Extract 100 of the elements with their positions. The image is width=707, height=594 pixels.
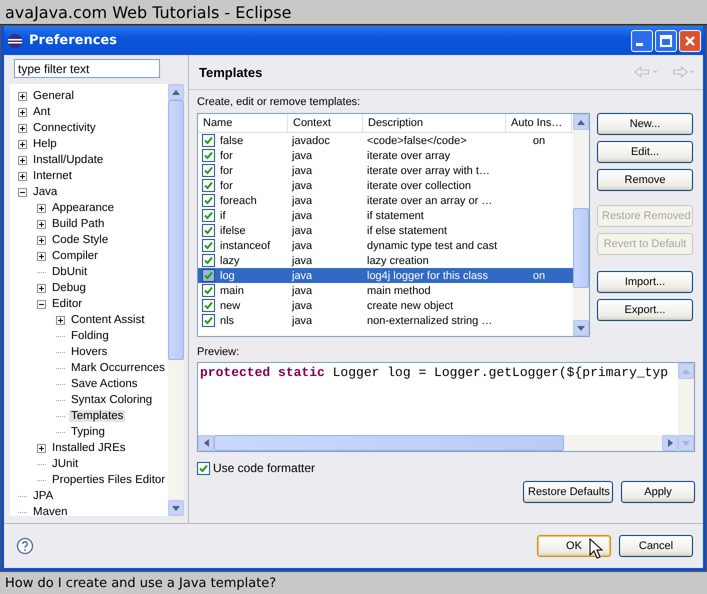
- tree-item[interactable]: Hovers: [69, 346, 110, 358]
- checkbox[interactable]: [202, 314, 215, 327]
- table-row[interactable]: if java if statement: [198, 208, 573, 223]
- expand-toggle[interactable]: [37, 444, 46, 452]
- table-row[interactable]: for java iterate over array: [198, 148, 573, 163]
- scroll-up-icon[interactable]: [577, 120, 585, 124]
- tree-item[interactable]: Folding: [69, 330, 111, 342]
- minimize-icon: [636, 43, 642, 46]
- dialog-button[interactable]: OK: [537, 535, 611, 557]
- scroll-down-icon[interactable]: [172, 506, 180, 510]
- help-icon[interactable]: [16, 537, 34, 555]
- expand-toggle[interactable]: [18, 188, 27, 196]
- scroll-up-icon[interactable]: [172, 90, 180, 94]
- tree-item[interactable]: Internet: [31, 170, 74, 182]
- minimize-button[interactable]: [631, 30, 653, 52]
- tree-item[interactable]: Editor: [50, 298, 84, 310]
- checkbox[interactable]: [202, 149, 215, 162]
- checkbox[interactable]: [202, 269, 215, 282]
- close-button[interactable]: [679, 30, 701, 52]
- table-row[interactable]: false javadoc <code>false</code> on: [198, 133, 573, 148]
- table-row[interactable]: main java main method: [198, 283, 573, 298]
- action-button[interactable]: New...: [597, 113, 693, 135]
- tree-item[interactable]: Debug: [50, 282, 88, 294]
- filter-field[interactable]: type filter text: [14, 59, 160, 78]
- action-button[interactable]: Remove: [597, 169, 693, 191]
- expand-toggle[interactable]: [37, 300, 46, 308]
- table-row[interactable]: ifelse java if else statement: [198, 223, 573, 238]
- expand-toggle[interactable]: [37, 220, 46, 228]
- tree-item[interactable]: DbUnit: [50, 266, 90, 278]
- maximize-button[interactable]: [655, 30, 677, 52]
- table-row[interactable]: for java iterate over collection: [198, 178, 573, 193]
- tree-item[interactable]: Compiler: [50, 250, 100, 262]
- checkbox[interactable]: [202, 239, 215, 252]
- checkbox[interactable]: [202, 209, 215, 222]
- checkbox[interactable]: [197, 462, 210, 474]
- tree-item[interactable]: Typing: [69, 426, 107, 438]
- table-row[interactable]: foreach java iterate over an array or …: [198, 193, 573, 208]
- action-button[interactable]: Export...: [597, 299, 693, 321]
- table-row[interactable]: log java log4j logger for this class on: [198, 268, 573, 283]
- tree-item[interactable]: JUnit: [50, 458, 80, 470]
- scrollbar[interactable]: [573, 114, 589, 336]
- checkbox[interactable]: [202, 254, 215, 267]
- table-row[interactable]: new java create new object: [198, 298, 573, 313]
- tree-item[interactable]: General: [31, 90, 76, 102]
- checkbox[interactable]: [202, 134, 215, 147]
- expand-toggle[interactable]: [37, 204, 46, 212]
- checkbox-label[interactable]: Use code formatter: [213, 461, 316, 475]
- tree-item[interactable]: Build Path: [50, 218, 106, 230]
- tree-item[interactable]: Help: [31, 138, 59, 150]
- table-row[interactable]: instanceof java dynamic type test and cast: [198, 238, 573, 253]
- column-header[interactable]: Description: [363, 114, 506, 132]
- tree-item[interactable]: Save Actions: [69, 378, 140, 390]
- tree-item[interactable]: Content Assist: [69, 314, 147, 326]
- page-button[interactable]: Apply: [621, 481, 695, 503]
- scrollbar[interactable]: [168, 84, 184, 516]
- tree-item[interactable]: Install/Update: [31, 154, 106, 166]
- tree-item[interactable]: Ant: [31, 106, 52, 118]
- table-row[interactable]: nls java non-externalized string …: [198, 313, 573, 328]
- action-button[interactable]: Import...: [597, 271, 693, 293]
- expand-toggle[interactable]: [18, 92, 27, 100]
- tree-item[interactable]: Maven: [31, 506, 70, 516]
- table-row[interactable]: for java iterate over array with t…: [198, 163, 573, 178]
- expand-toggle[interactable]: [18, 172, 27, 180]
- tree-item[interactable]: Templates: [69, 410, 126, 422]
- table-row[interactable]: lazy java lazy creation: [198, 253, 573, 268]
- horizontal-scrollbar[interactable]: [198, 435, 678, 451]
- tree-item[interactable]: Syntax Coloring: [69, 394, 154, 406]
- action-button[interactable]: Edit...: [597, 141, 693, 163]
- checkbox[interactable]: [202, 164, 215, 177]
- tree-item[interactable]: Properties Files Editor: [50, 474, 168, 486]
- tree-item[interactable]: Installed JREs: [50, 442, 128, 454]
- tree-item[interactable]: Code Style: [50, 234, 110, 246]
- column-header[interactable]: Auto Ins…: [506, 114, 572, 132]
- tree-item[interactable]: Appearance: [50, 202, 116, 214]
- checkbox[interactable]: [202, 224, 215, 237]
- tree-item[interactable]: Java: [31, 186, 60, 198]
- tree-item[interactable]: JPA: [31, 490, 56, 502]
- tree-item[interactable]: Connectivity: [31, 122, 98, 134]
- column-header[interactable]: Name: [198, 114, 288, 132]
- expand-toggle[interactable]: [37, 252, 46, 260]
- preview-label: Preview:: [197, 346, 240, 360]
- expand-toggle[interactable]: [18, 108, 27, 116]
- tree-item[interactable]: Mark Occurrences: [69, 362, 167, 374]
- expand-toggle[interactable]: [18, 140, 27, 148]
- checkbox[interactable]: [202, 284, 215, 297]
- scroll-down-icon[interactable]: [577, 326, 585, 330]
- table-cell: lazy: [220, 254, 240, 266]
- expand-toggle[interactable]: [56, 316, 65, 324]
- scroll-left-icon[interactable]: [204, 439, 208, 447]
- column-header[interactable]: Context: [288, 114, 363, 132]
- scroll-right-icon[interactable]: [668, 439, 672, 447]
- dialog-button[interactable]: Cancel: [619, 535, 693, 557]
- checkbox[interactable]: [202, 194, 215, 207]
- page-button[interactable]: Restore Defaults: [523, 481, 613, 503]
- expand-toggle[interactable]: [37, 236, 46, 244]
- expand-toggle[interactable]: [37, 284, 46, 292]
- checkbox[interactable]: [202, 299, 215, 312]
- checkbox[interactable]: [202, 179, 215, 192]
- expand-toggle[interactable]: [18, 156, 27, 164]
- expand-toggle[interactable]: [18, 124, 27, 132]
